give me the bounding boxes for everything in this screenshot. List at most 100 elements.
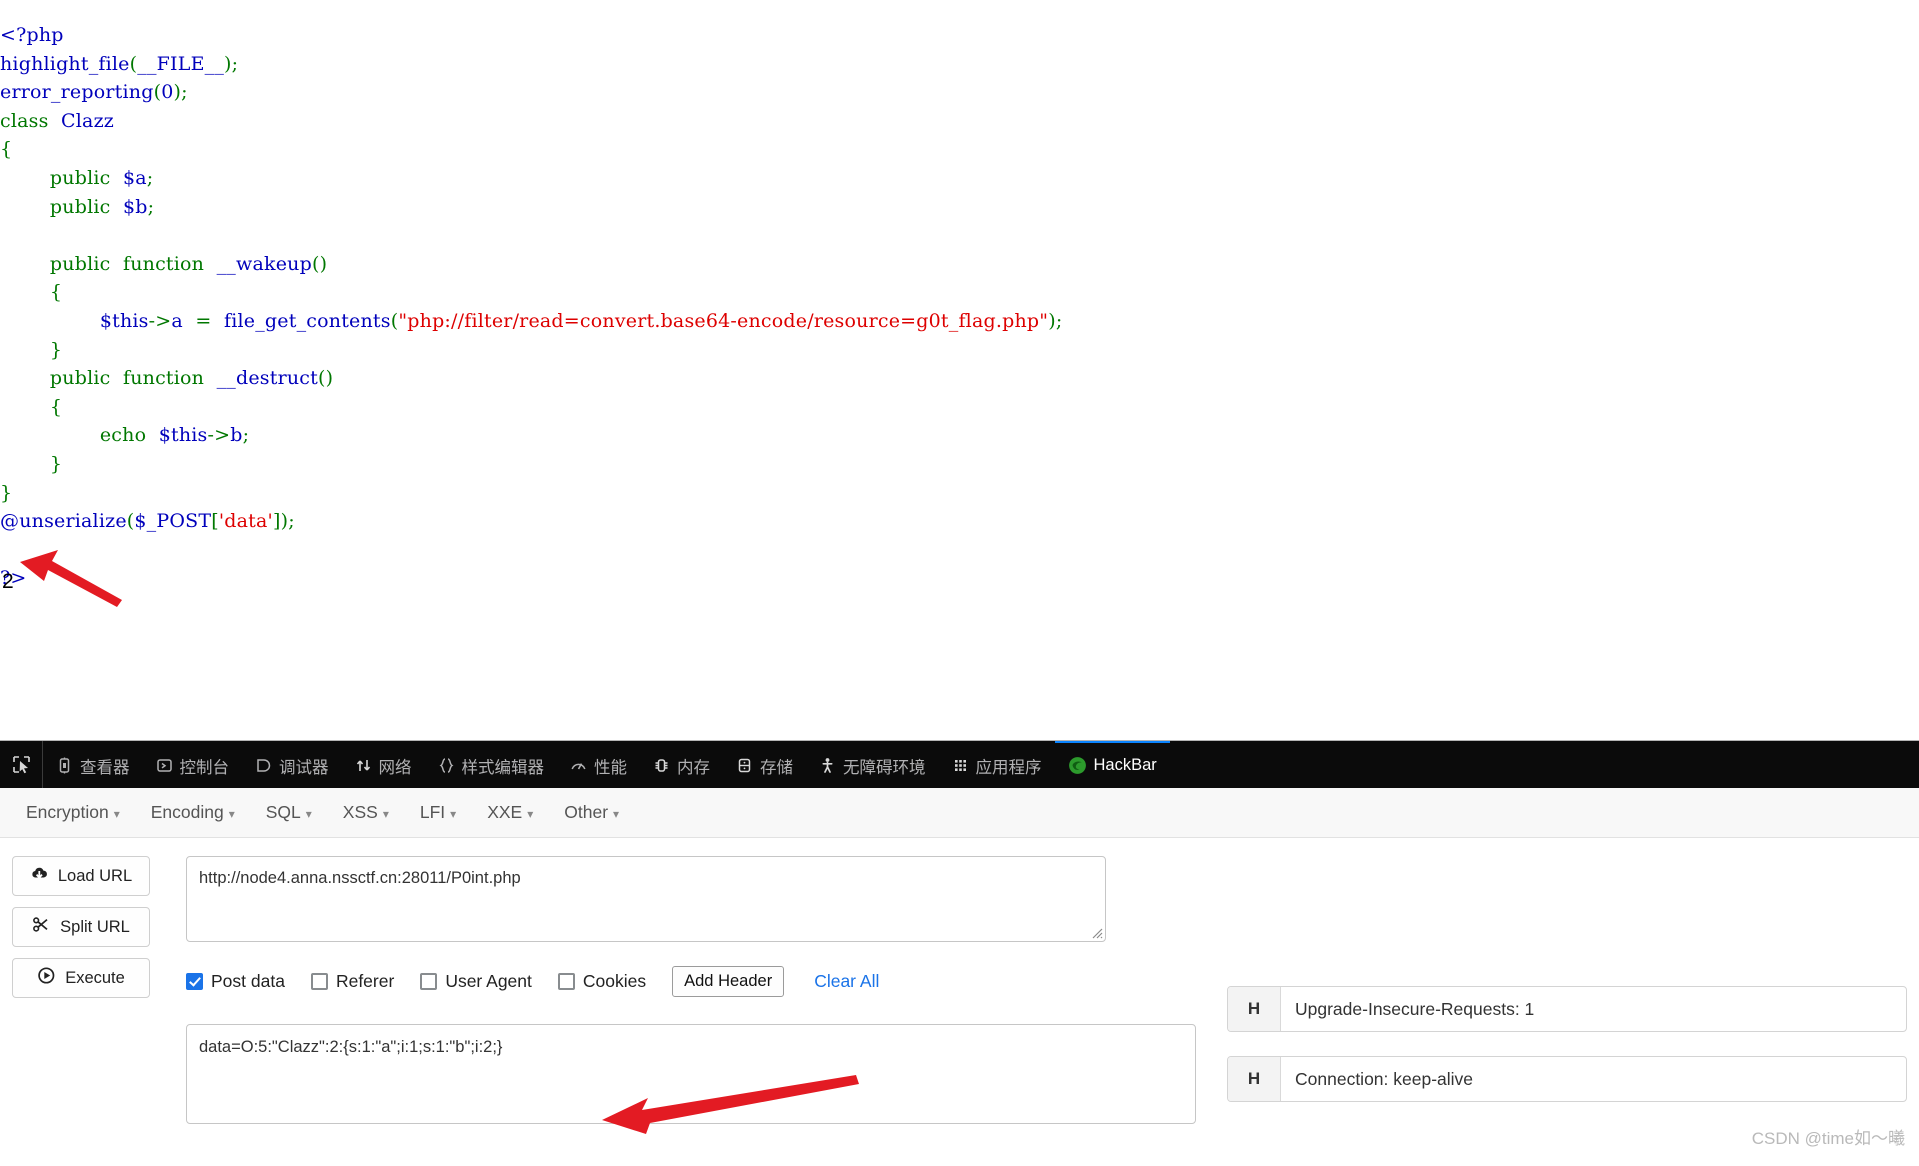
url-input[interactable]: http://node4.anna.nssctf.cn:28011/P0int.… bbox=[186, 856, 1106, 942]
php-source-listing: <?php highlight_file(__FILE__); error_re… bbox=[0, 21, 1062, 593]
checkbox-user-agent[interactable]: User Agent bbox=[420, 971, 532, 992]
element-picker-icon bbox=[12, 756, 30, 774]
hackbar-menu-sql[interactable]: SQL ▾ bbox=[254, 797, 324, 828]
code-token: ; bbox=[181, 81, 188, 104]
hackbar-menu-other[interactable]: Other ▾ bbox=[552, 797, 631, 828]
devtools-tab-hackbar[interactable]: HackBar bbox=[1054, 741, 1170, 788]
checkbox-box[interactable] bbox=[420, 972, 438, 990]
checkbox-label: Post data bbox=[211, 970, 285, 991]
checkbox-cookies[interactable]: Cookies bbox=[557, 971, 646, 992]
hackbar-icon bbox=[1068, 756, 1087, 775]
menu-label: Encryption bbox=[26, 802, 109, 822]
code-token: ] bbox=[272, 510, 281, 533]
chevron-down-icon: ▾ bbox=[527, 807, 534, 821]
code-token: a bbox=[171, 309, 183, 332]
url-input-value: http://node4.anna.nssctf.cn:28011/P0int.… bbox=[199, 869, 521, 887]
devtools-tab-label: 控制台 bbox=[179, 758, 230, 777]
code-token: public bbox=[49, 195, 111, 218]
header-value[interactable]: Connection: keep-alive bbox=[1281, 1057, 1473, 1101]
url-input-resize-grip[interactable] bbox=[1089, 925, 1103, 939]
code-token: public bbox=[49, 166, 111, 189]
devtools-tab-inspector[interactable]: 查看器 bbox=[43, 741, 143, 788]
style-editor-icon bbox=[438, 757, 455, 774]
chevron-down-icon: ▾ bbox=[382, 807, 389, 821]
post-data-input[interactable]: data=O:5:"Clazz":2:{s:1:"a";i:1;s:1:"b";… bbox=[186, 1024, 1196, 1124]
devtools-tab-label: 内存 bbox=[677, 758, 710, 777]
code-token: -> bbox=[148, 309, 172, 332]
code-token: 0 bbox=[161, 81, 174, 104]
chevron-down-icon: ▾ bbox=[450, 807, 457, 821]
code-token: { bbox=[0, 395, 63, 418]
code-token: ) bbox=[173, 81, 182, 104]
execute-button[interactable]: Execute bbox=[12, 958, 150, 998]
code-token: "php://filter/read=convert.base64-encode… bbox=[398, 309, 1049, 332]
network-icon bbox=[355, 757, 372, 774]
code-token: ) bbox=[1048, 309, 1056, 332]
memory-icon bbox=[653, 757, 670, 774]
code-token: $this bbox=[99, 309, 149, 332]
clear-all-link[interactable]: Clear All bbox=[814, 971, 879, 992]
checkbox-box[interactable] bbox=[557, 972, 575, 990]
code-token: } bbox=[0, 452, 63, 475]
add-header-button[interactable]: Add Header bbox=[672, 965, 785, 997]
php-output-value: 2 bbox=[2, 570, 14, 593]
menu-label: Encoding bbox=[150, 802, 224, 822]
hackbar-menu-encoding[interactable]: Encoding ▾ bbox=[139, 797, 247, 828]
menu-label: XSS bbox=[342, 802, 378, 822]
menu-label: Other bbox=[564, 802, 609, 822]
request-headers-list: H Upgrade-Insecure-Requests: 1 H Connect… bbox=[1227, 986, 1907, 1126]
hackbar-menu-encryption[interactable]: Encryption ▾ bbox=[14, 797, 132, 828]
checkbox-referer[interactable]: Referer bbox=[310, 971, 394, 992]
devtools-tab-label: 样式编辑器 bbox=[461, 758, 545, 777]
devtools-tab-performance[interactable]: 性能 bbox=[557, 741, 640, 788]
code-token: function bbox=[122, 367, 205, 390]
chevron-down-icon: ▾ bbox=[305, 807, 312, 821]
button-label: Load URL bbox=[57, 866, 133, 885]
devtools-tab-label: 调试器 bbox=[279, 758, 329, 777]
split-url-button[interactable]: Split URL bbox=[12, 907, 150, 947]
devtools-tab-label: 无障碍环境 bbox=[843, 758, 926, 777]
code-token: = bbox=[182, 309, 224, 332]
code-token: public bbox=[49, 252, 111, 275]
devtools-tab-label: 网络 bbox=[378, 758, 412, 777]
code-token: ; bbox=[288, 510, 295, 533]
post-data-value: data=O:5:"Clazz":2:{s:1:"a";i:1;s:1:"b";… bbox=[199, 1038, 503, 1056]
code-token: [ bbox=[211, 510, 219, 533]
checkbox-box[interactable] bbox=[186, 972, 203, 990]
devtools-tab-network[interactable]: 网络 bbox=[342, 741, 425, 788]
devtools-tab-accessibility[interactable]: 无障碍环境 bbox=[806, 741, 939, 788]
devtools-tab-memory[interactable]: 内存 bbox=[640, 741, 723, 788]
devtools-tab-storage[interactable]: 存储 bbox=[723, 741, 806, 788]
checkbox-box[interactable] bbox=[310, 972, 328, 990]
hackbar-menu-xss[interactable]: XSS ▾ bbox=[331, 797, 401, 828]
code-token: ; bbox=[231, 52, 239, 75]
code-token: public bbox=[49, 367, 111, 390]
chevron-down-icon: ▾ bbox=[228, 807, 235, 821]
devtools-tab-console[interactable]: 控制台 bbox=[143, 741, 243, 788]
storage-icon bbox=[736, 757, 753, 774]
load-url-button[interactable]: Load URL bbox=[12, 856, 150, 896]
devtools-tab-application[interactable]: 应用程序 bbox=[939, 741, 1055, 788]
hackbar-menu-lfi[interactable]: LFI ▾ bbox=[408, 797, 468, 828]
code-token: __destruct bbox=[216, 367, 318, 390]
performance-icon bbox=[570, 757, 587, 774]
header-row[interactable]: H Upgrade-Insecure-Requests: 1 bbox=[1227, 986, 1907, 1032]
code-token: ) bbox=[224, 52, 232, 75]
element-picker-button[interactable] bbox=[0, 741, 43, 788]
devtools-tab-debugger[interactable]: 调试器 bbox=[242, 741, 342, 788]
devtools-tab-style-editor[interactable]: 样式编辑器 bbox=[425, 741, 558, 788]
code-token: ; bbox=[242, 424, 250, 447]
code-token: () bbox=[317, 367, 334, 390]
header-value[interactable]: Upgrade-Insecure-Requests: 1 bbox=[1281, 987, 1534, 1031]
hackbar-menu-xxe[interactable]: XXE ▾ bbox=[475, 797, 545, 828]
checkbox-post-data[interactable]: Post data bbox=[186, 971, 285, 992]
header-type-tag: H bbox=[1228, 1057, 1281, 1101]
header-row[interactable]: H Connection: keep-alive bbox=[1227, 1056, 1907, 1102]
